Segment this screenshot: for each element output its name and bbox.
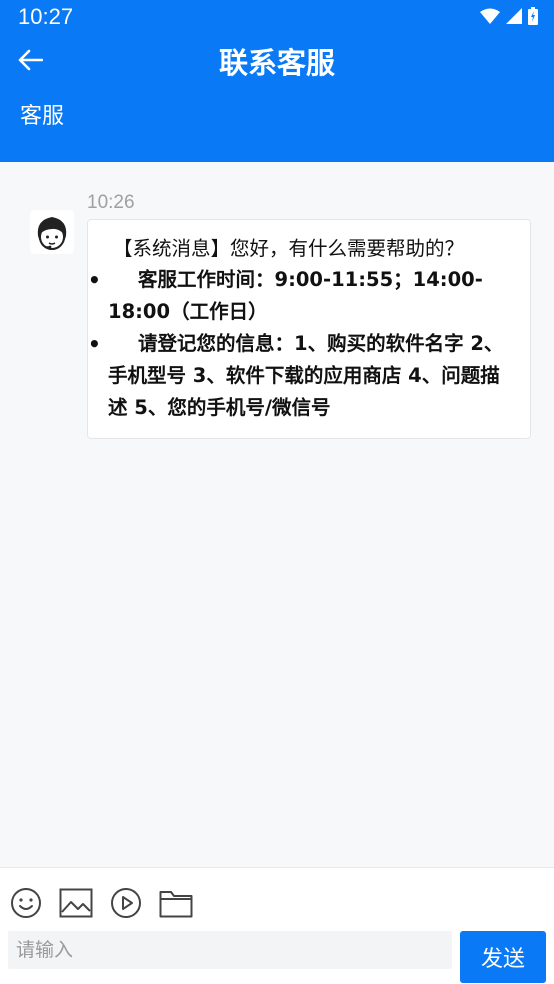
message-bullet-list: 客服工作时间：9:00-11:55；14:00-18:00（工作日） 请登记您的… [88,264,516,424]
battery-icon [528,7,538,25]
status-time: 10:27 [18,4,74,29]
file-button[interactable] [158,886,194,920]
agent-avatar-icon [37,217,67,250]
nav-bar: 联系客服 [0,34,554,86]
signal-icon [506,8,522,24]
send-button[interactable]: 发送 [460,931,546,983]
bullet-item-hours: 客服工作时间：9:00-11:55；14:00-18:00（工作日） [88,264,516,328]
page-title: 联系客服 [218,46,335,80]
message-intro: 【系统消息】您好，有什么需要帮助的？ [113,237,465,260]
composer-bar: 发送 [0,867,554,984]
bullet-item-register-info: 请登记您的信息：1、购买的软件名字 2、手机型号 3、软件下载的应用商店 4、问… [88,328,516,424]
image-icon [59,888,93,918]
status-icons [480,6,538,26]
agent-label: 客服 [20,104,65,129]
emoji-button[interactable] [8,886,44,920]
chat-area[interactable]: 10:26 【系统消息】您好，有什么需要帮助的？ 客服工作时间：9:00-11:… [0,162,554,867]
message-bubble: 【系统消息】您好，有什么需要帮助的？ 客服工作时间：9:00-11:55；14:… [87,219,531,439]
composer-tools [8,886,194,920]
message-timestamp: 10:26 [87,192,135,213]
folder-icon [159,891,193,918]
message-input[interactable] [8,931,452,969]
video-button[interactable] [108,886,144,920]
agent-avatar [30,210,74,254]
status-bar: 10:27 [0,0,554,34]
image-button[interactable] [58,886,94,920]
play-circle-icon [111,888,141,918]
app-header: 10:27 联系客服 客服 [0,0,554,162]
wifi-icon [480,8,500,24]
emoji-icon [11,888,41,918]
